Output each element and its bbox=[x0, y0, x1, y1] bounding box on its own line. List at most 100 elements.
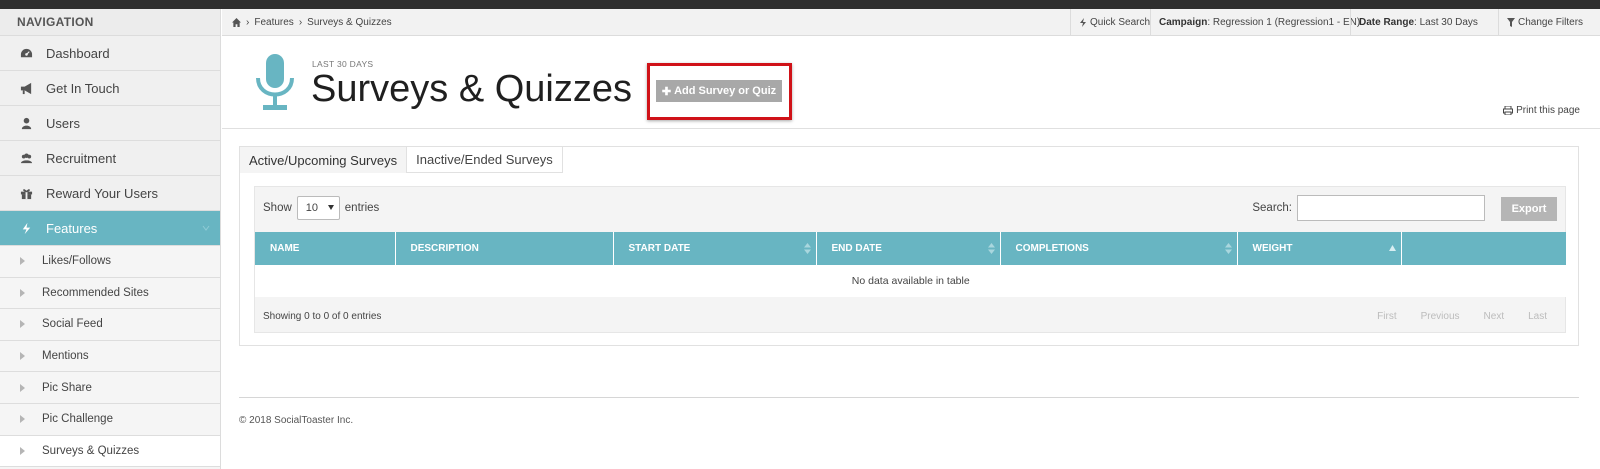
sub-item-label: Recommended Sites bbox=[42, 286, 149, 299]
table-row: No data available in table bbox=[255, 265, 1567, 297]
nav-item-get-in-touch[interactable]: Get In Touch bbox=[0, 71, 220, 106]
print-page-link[interactable]: Print this page bbox=[1503, 105, 1580, 116]
entries-label: entries bbox=[344, 202, 380, 214]
nav-item-label: Get In Touch bbox=[46, 80, 120, 96]
table-header-row: NAME DESCRIPTION START DATE END DATE COM… bbox=[255, 232, 1567, 265]
breadcrumb-current: Surveys & Quizzes bbox=[307, 17, 392, 28]
users-icon bbox=[0, 152, 46, 165]
date-range-label: Date Range bbox=[1359, 17, 1415, 28]
highlight-box: ✚ Add Survey or Quiz bbox=[647, 63, 792, 120]
sub-item-mentions[interactable]: Mentions bbox=[0, 340, 220, 373]
column-end-date[interactable]: END DATE bbox=[816, 232, 1001, 265]
column-name[interactable]: NAME bbox=[255, 232, 396, 265]
caret-right-icon bbox=[0, 257, 42, 266]
sub-item-recommended-sites[interactable]: Recommended Sites bbox=[0, 277, 220, 310]
sub-item-label: Pic Share bbox=[42, 381, 92, 394]
caret-right-icon bbox=[0, 446, 42, 455]
add-survey-label: Add Survey or Quiz bbox=[674, 85, 777, 97]
pagination: First Previous Next Last bbox=[1377, 311, 1547, 322]
column-completions[interactable]: COMPLETIONS bbox=[1000, 232, 1238, 265]
sort-ascending-icon bbox=[1388, 245, 1396, 251]
change-filters-label: Change Filters bbox=[1518, 17, 1584, 28]
sub-item-pic-challenge[interactable]: Pic Challenge bbox=[0, 403, 220, 436]
column-label: COMPLETIONS bbox=[1015, 243, 1089, 254]
bullhorn-icon bbox=[0, 82, 46, 95]
pager-first[interactable]: First bbox=[1377, 311, 1396, 322]
column-weight[interactable]: WEIGHT bbox=[1237, 232, 1402, 265]
caret-right-icon bbox=[0, 352, 42, 361]
microphone-icon bbox=[256, 54, 294, 110]
breadcrumb-separator: › bbox=[246, 17, 250, 28]
footer-copyright: © 2018 SocialToaster Inc. bbox=[239, 415, 354, 426]
filter-bar: › Features › Surveys & Quizzes Quick Sea… bbox=[222, 9, 1600, 36]
column-label: END DATE bbox=[831, 243, 882, 254]
plus-icon: ✚ bbox=[661, 85, 672, 98]
nav-item-features[interactable]: Features bbox=[0, 211, 220, 246]
column-description[interactable]: DESCRIPTION bbox=[395, 232, 614, 265]
quick-search-label: Quick Search bbox=[1090, 17, 1151, 28]
pager-previous[interactable]: Previous bbox=[1421, 311, 1460, 322]
breadcrumb-separator: › bbox=[298, 17, 303, 28]
breadcrumb: › Features › Surveys & Quizzes bbox=[232, 9, 392, 36]
quick-search-button[interactable]: Quick Search bbox=[1070, 9, 1150, 36]
add-survey-button[interactable]: ✚ Add Survey or Quiz bbox=[656, 80, 782, 102]
sort-icon bbox=[1224, 243, 1232, 254]
caret-down-icon bbox=[327, 205, 334, 210]
bolt-icon bbox=[0, 222, 46, 235]
nav-item-label: Reward Your Users bbox=[46, 185, 158, 201]
sub-item-likes-follows[interactable]: Likes/Follows bbox=[0, 246, 220, 278]
sub-item-label: Likes/Follows bbox=[42, 255, 112, 268]
sub-item-pic-share[interactable]: Pic Share bbox=[0, 372, 220, 404]
entries-control: Show 10 entries bbox=[263, 195, 379, 221]
nav-header: NAVIGATION bbox=[0, 9, 220, 36]
nav-item-label: Users bbox=[46, 115, 80, 131]
column-label: START DATE bbox=[628, 243, 691, 254]
column-start-date[interactable]: START DATE bbox=[613, 232, 817, 265]
nav-item-label: Features bbox=[46, 220, 98, 236]
show-label: Show bbox=[263, 202, 292, 214]
print-label: Print this page bbox=[1516, 105, 1580, 116]
nav-item-label: Recruitment bbox=[46, 150, 117, 166]
chevron-down-icon bbox=[202, 225, 210, 231]
print-icon bbox=[1503, 106, 1514, 115]
surveys-panel: Active/Upcoming Surveys Inactive/Ended S… bbox=[239, 146, 1579, 346]
surveys-table: NAME DESCRIPTION START DATE END DATE COM… bbox=[255, 232, 1567, 297]
pager-last[interactable]: Last bbox=[1528, 311, 1547, 322]
column-label: WEIGHT bbox=[1252, 243, 1293, 254]
column-actions bbox=[1401, 232, 1567, 265]
header-divider bbox=[222, 128, 1600, 129]
nav-item-dashboard[interactable]: Dashboard bbox=[0, 36, 220, 71]
tab-active-upcoming[interactable]: Active/Upcoming Surveys bbox=[240, 147, 408, 173]
sort-icon bbox=[987, 243, 995, 254]
entries-value: 10 bbox=[305, 202, 319, 214]
tachometer-icon bbox=[0, 47, 46, 60]
caret-right-icon bbox=[0, 288, 42, 297]
search-input[interactable] bbox=[1297, 195, 1485, 221]
tab-inactive-ended[interactable]: Inactive/Ended Surveys bbox=[407, 147, 563, 173]
date-range-filter[interactable]: Date Range: Last 30 Days bbox=[1350, 9, 1478, 36]
top-bar bbox=[0, 0, 1600, 9]
campaign-label: Campaign bbox=[1159, 17, 1208, 28]
table-info: Showing 0 to 0 of 0 entries bbox=[263, 311, 382, 322]
pager-next[interactable]: Next bbox=[1484, 311, 1505, 322]
tab-bar: Active/Upcoming Surveys Inactive/Ended S… bbox=[240, 147, 563, 173]
nav-item-users[interactable]: Users bbox=[0, 106, 220, 141]
user-icon bbox=[0, 117, 46, 130]
table-wrapper: Show 10 entries Search: Export NAME DESC… bbox=[254, 186, 1567, 333]
nav-item-recruitment[interactable]: Recruitment bbox=[0, 141, 220, 176]
sub-item-social-feed[interactable]: Social Feed bbox=[0, 309, 220, 341]
sort-icon bbox=[803, 243, 811, 254]
date-range-value: : Last 30 Days bbox=[1414, 17, 1478, 28]
search-control: Search: bbox=[1252, 195, 1485, 221]
nav-item-reward-your-users[interactable]: Reward Your Users bbox=[0, 176, 220, 211]
sub-item-label: Pic Challenge bbox=[42, 413, 113, 426]
caret-right-icon bbox=[0, 383, 42, 392]
campaign-filter[interactable]: Campaign: Regression 1 (Regression1 - EN… bbox=[1150, 9, 1360, 36]
sub-item-surveys-quizzes[interactable]: Surveys & Quizzes bbox=[0, 435, 220, 468]
entries-select[interactable]: 10 bbox=[296, 196, 340, 220]
home-icon[interactable] bbox=[232, 18, 241, 27]
change-filters-button[interactable]: Change Filters bbox=[1498, 9, 1583, 36]
export-button[interactable]: Export bbox=[1501, 197, 1557, 221]
sub-item-label: Social Feed bbox=[42, 318, 103, 331]
breadcrumb-features[interactable]: Features bbox=[254, 17, 293, 28]
